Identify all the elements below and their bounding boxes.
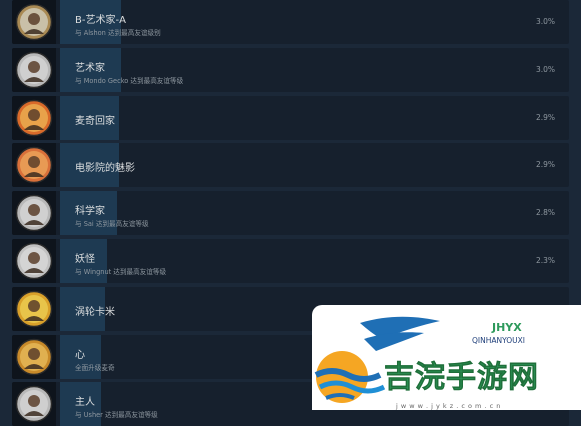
achievement-title: 心 [75, 349, 85, 361]
achievement-title: 妖怪 [75, 254, 95, 265]
achievement-title: 电影院的魅影 [75, 163, 135, 175]
wingnut-bat-portrait-icon [12, 239, 56, 283]
unlock-percentage: 2.9% [535, 112, 555, 122]
achievement-description: 与 Mondo Gecko 达到最高友谊等级 [75, 76, 184, 85]
scientist-portrait-icon [12, 191, 56, 236]
turtle-mask-portrait-icon [12, 95, 56, 140]
achievement-row[interactable]: B-艺术家-A 与 Alshon 达到最高友谊级别 3.0% [12, 0, 569, 44]
achievement-description: 与 Wingnut 达到最高友谊等级 [75, 268, 167, 276]
unlock-percentage: 2.9% [535, 160, 555, 170]
unlock-percentage: 2.3% [535, 256, 555, 265]
achievement-row[interactable]: 妖怪与 Wingnut 达到最高友谊等级 2.3% [12, 239, 569, 283]
watermark-url: j w w w . j y k z . c o m . c n [396, 402, 501, 410]
watermark-overlay: JHYX QINHANYOUXI 吉浣手游网 j w w w . j y k z… [312, 305, 581, 410]
watermark-logo-icon: JHYX QINHANYOUXI 吉浣手游网 [314, 316, 539, 403]
achievement-title: B-艺术家-A [75, 15, 126, 26]
achievement-title: 涡轮卡米 [75, 306, 115, 318]
unlock-percentage: 2.8% [535, 208, 555, 218]
achievement-description: 与 Sai 达到最高友谊等级 [75, 220, 149, 229]
watermark-letters: JHYX [491, 321, 522, 334]
achievement-row[interactable]: 电影院的魅影 2.9% [12, 143, 569, 188]
achievement-row[interactable]: 麦奇回家 2.9% [12, 95, 569, 140]
achievement-title: 主人 [75, 397, 95, 409]
achievement-row[interactable]: 科学家与 Sai 达到最高友谊等级 2.8% [12, 191, 569, 236]
bearded-man-portrait-icon [12, 382, 56, 426]
achievement-title: 麦奇回家 [75, 115, 115, 127]
achievement-description: 与 Usher 达到最高友谊等级 [75, 411, 158, 420]
bat-creature-portrait-icon [12, 143, 56, 188]
turtle-heart-portrait-icon [12, 334, 56, 379]
gecko-skateboarder-portrait-icon [12, 47, 56, 92]
watermark-brand-name: 吉浣手游网 [384, 360, 539, 395]
watermark-pinyin: QINHANYOUXI [472, 336, 525, 345]
achievement-title: 艺术家 [75, 62, 105, 74]
unlock-percentage: 3.0% [535, 17, 555, 26]
achievement-description: 全面升级麦奇 [75, 363, 115, 372]
achievement-title: 科学家 [75, 206, 105, 218]
unlock-percentage: 3.0% [535, 64, 555, 74]
girl-in-hat-portrait-icon [12, 0, 56, 44]
pterodactyl-portrait-icon [12, 286, 56, 331]
achievement-row[interactable]: 艺术家与 Mondo Gecko 达到最高友谊等级 3.0% [12, 47, 569, 92]
achievement-description: 与 Alshon 达到最高友谊级别 [75, 29, 161, 37]
